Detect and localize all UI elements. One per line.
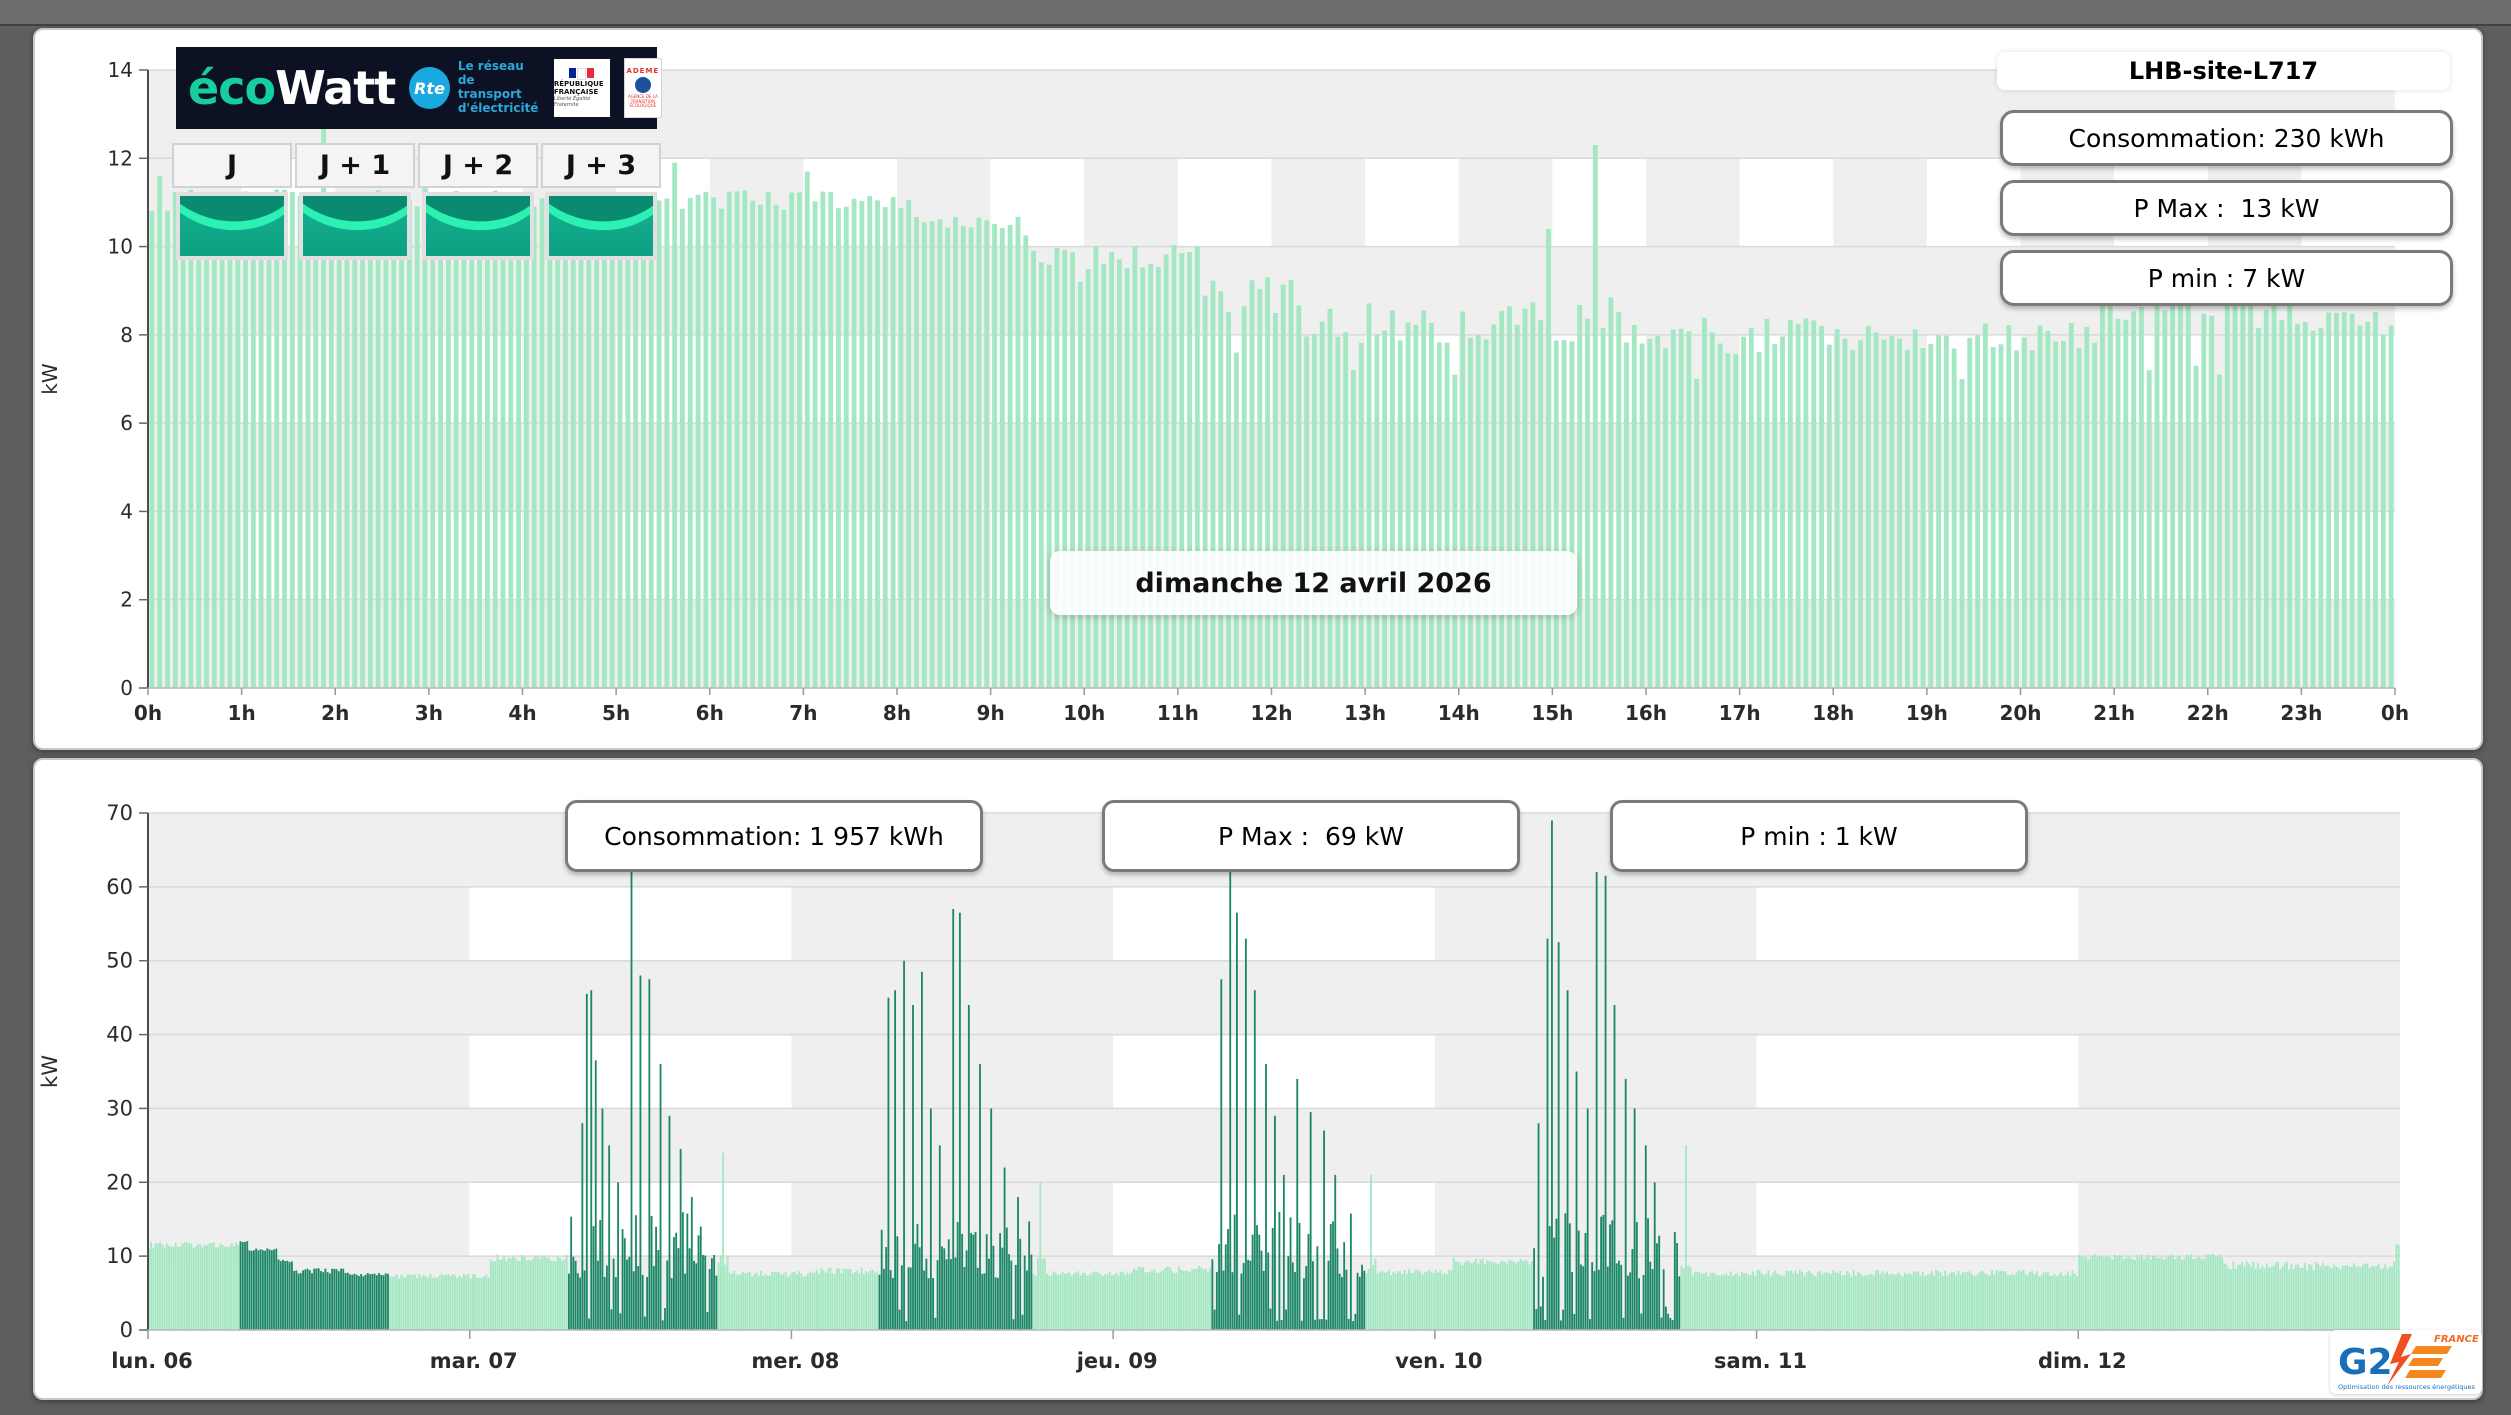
- svg-text:14: 14: [108, 58, 133, 82]
- tab-day-j[interactable]: J: [172, 143, 292, 188]
- svg-text:0h: 0h: [134, 701, 162, 725]
- svg-text:23h: 23h: [2280, 701, 2322, 725]
- ecowatt-eco-text: éco: [188, 61, 276, 115]
- ademe-globe-icon: [634, 76, 651, 93]
- svg-text:ven. 10: ven. 10: [1395, 1349, 1482, 1373]
- svg-text:5h: 5h: [602, 701, 630, 725]
- window-top-strip: [0, 0, 2511, 26]
- svg-text:mer. 08: mer. 08: [751, 1349, 839, 1373]
- svg-text:jeu. 09: jeu. 09: [1076, 1349, 1158, 1373]
- svg-text:0: 0: [120, 1318, 133, 1342]
- g2e-tagline: Optimisation des ressources énergétiques: [2338, 1383, 2476, 1391]
- weekly-pmin-stat: P min : 1 kW: [1610, 800, 2028, 872]
- svg-text:12h: 12h: [1250, 701, 1292, 725]
- rte-tagline: Le réseau de transport d'électricité: [457, 59, 539, 115]
- republique-francaise-logo: RÉPUBLIQUE FRANÇAISE Liberté Égalité Frat…: [553, 59, 610, 117]
- daily-pmin-stat: P min : 7 kW: [2000, 250, 2453, 306]
- svg-text:30: 30: [106, 1096, 133, 1120]
- svg-text:kW: kW: [38, 1055, 62, 1088]
- svg-text:12: 12: [108, 146, 133, 170]
- svg-text:18h: 18h: [1812, 701, 1854, 725]
- g2e-france-logo: G2 FRANCE Optimisation des ressources én…: [2330, 1330, 2482, 1394]
- svg-text:0h: 0h: [2381, 701, 2409, 725]
- weekly-pmax-stat: P Max : 69 kW: [1102, 800, 1520, 872]
- svg-text:7h: 7h: [789, 701, 817, 725]
- svg-text:2h: 2h: [321, 701, 349, 725]
- svg-text:lun. 06: lun. 06: [111, 1349, 193, 1373]
- svg-text:3h: 3h: [415, 701, 443, 725]
- svg-text:17h: 17h: [1719, 701, 1761, 725]
- ecowatt-logo: écoWatt: [188, 61, 396, 115]
- rte-badge-icon: Rte: [409, 67, 450, 109]
- svg-text:60: 60: [106, 875, 133, 899]
- svg-text:dim. 12: dim. 12: [2038, 1349, 2127, 1373]
- weekly-consumption-stat: Consommation: 1 957 kWh: [565, 800, 983, 872]
- svg-text:kW: kW: [38, 363, 62, 395]
- weekly-chart-panel: 0 10 20 30 40 50 60 70 kW lun. 06 mar. 07 mer. 08 je…: [33, 758, 2483, 1400]
- ecowatt-signal-gauge-j3: [545, 192, 657, 260]
- svg-text:11h: 11h: [1157, 701, 1199, 725]
- tab-day-j1[interactable]: J + 1: [295, 143, 415, 188]
- svg-text:6h: 6h: [696, 701, 724, 725]
- svg-text:50: 50: [106, 949, 133, 973]
- svg-text:70: 70: [106, 801, 133, 825]
- svg-text:sam. 11: sam. 11: [1714, 1349, 1807, 1373]
- svg-text:8h: 8h: [883, 701, 911, 725]
- svg-text:16h: 16h: [1625, 701, 1667, 725]
- rte-logo: Rte Le réseau de transport d'électricité: [409, 60, 540, 115]
- svg-text:22h: 22h: [2187, 701, 2229, 725]
- svg-text:13h: 13h: [1344, 701, 1386, 725]
- ecowatt-logo-bar: écoWatt Rte Le réseau de transport d'éle…: [176, 47, 662, 129]
- svg-text:15h: 15h: [1531, 701, 1573, 725]
- svg-text:mar. 07: mar. 07: [430, 1349, 518, 1373]
- svg-text:40: 40: [106, 1023, 133, 1047]
- g2e-g2-text: G2: [2338, 1342, 2393, 1383]
- daily-chart-panel: 0 2 4 6 8 10 12 14 kW 0h 1h 2h 3h 4h 5h 6h 7h 8h 9h 10h 11h 1…: [33, 28, 2483, 750]
- svg-text:20: 20: [106, 1170, 133, 1194]
- ecowatt-signal-gauge-j1: [299, 192, 411, 260]
- svg-text:0: 0: [120, 676, 133, 700]
- svg-text:10: 10: [108, 235, 133, 259]
- ecowatt-signal-gauge-j2: [422, 192, 534, 260]
- svg-text:2: 2: [120, 588, 133, 612]
- date-label: dimanche 12 avril 2026: [1050, 551, 1577, 615]
- svg-text:10: 10: [106, 1244, 133, 1268]
- svg-text:4: 4: [120, 499, 133, 523]
- svg-text:4h: 4h: [508, 701, 536, 725]
- svg-text:10h: 10h: [1063, 701, 1105, 725]
- svg-text:19h: 19h: [1906, 701, 1948, 725]
- svg-text:9h: 9h: [977, 701, 1005, 725]
- tab-day-j3[interactable]: J + 3: [541, 143, 661, 188]
- french-flag-icon: [569, 67, 595, 80]
- daily-consumption-stat: Consommation: 230 kWh: [2000, 110, 2453, 166]
- svg-text:14h: 14h: [1438, 701, 1480, 725]
- svg-text:1h: 1h: [228, 701, 256, 725]
- svg-text:20h: 20h: [1999, 701, 2041, 725]
- tab-day-j2[interactable]: J + 2: [418, 143, 538, 188]
- svg-text:21h: 21h: [2093, 701, 2135, 725]
- svg-text:6: 6: [120, 411, 133, 435]
- ecowatt-signal-gauge-j: [176, 192, 288, 260]
- svg-text:8: 8: [120, 323, 133, 347]
- daily-pmax-stat: P Max : 13 kW: [2000, 180, 2453, 236]
- ecowatt-watt-text: Watt: [275, 61, 396, 115]
- g2e-france-text: FRANCE: [2434, 1334, 2479, 1345]
- ademe-logo: ADEME AGENCE DE LA TRANSITION ÉCOLOGIQUE: [623, 58, 662, 118]
- site-title: LHB-site-L717: [1997, 52, 2450, 90]
